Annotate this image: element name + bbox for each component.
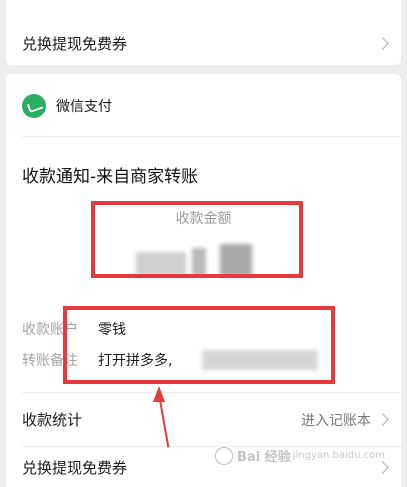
wechat-pay-icon xyxy=(22,94,46,118)
notice-title: 收款通知-来自商家转账 xyxy=(22,167,199,187)
divider xyxy=(22,392,401,393)
stats-action[interactable]: 进入记账本 xyxy=(301,410,371,430)
divider xyxy=(22,136,401,137)
redeem-label: 兑换提现免费券 xyxy=(22,34,128,53)
watermark-sub: jingyan.baidu.com xyxy=(292,450,385,461)
annotation-box-amount xyxy=(91,201,303,278)
card-header-title: 微信支付 xyxy=(56,99,112,115)
annotation-box-details xyxy=(63,306,335,384)
top-card: 兑换提现免费券 xyxy=(6,0,401,65)
payment-notice-card: 微信支付 收款通知-来自商家转账 收款金额 收款账户 零钱 转账备注 打开拼多多… xyxy=(6,74,401,487)
watermark-text: Bai 经验 xyxy=(237,450,291,465)
card-header: 微信支付 xyxy=(22,92,387,120)
stats-label: 收款统计 xyxy=(22,410,83,429)
baidu-paw-icon xyxy=(215,446,234,465)
baidu-watermark: Bai 经验 jingyan.baidu.com xyxy=(215,446,385,465)
redeem-row-top[interactable]: 兑换提现免费券 xyxy=(22,28,387,58)
redeem-label: 兑换提现免费券 xyxy=(22,458,128,477)
